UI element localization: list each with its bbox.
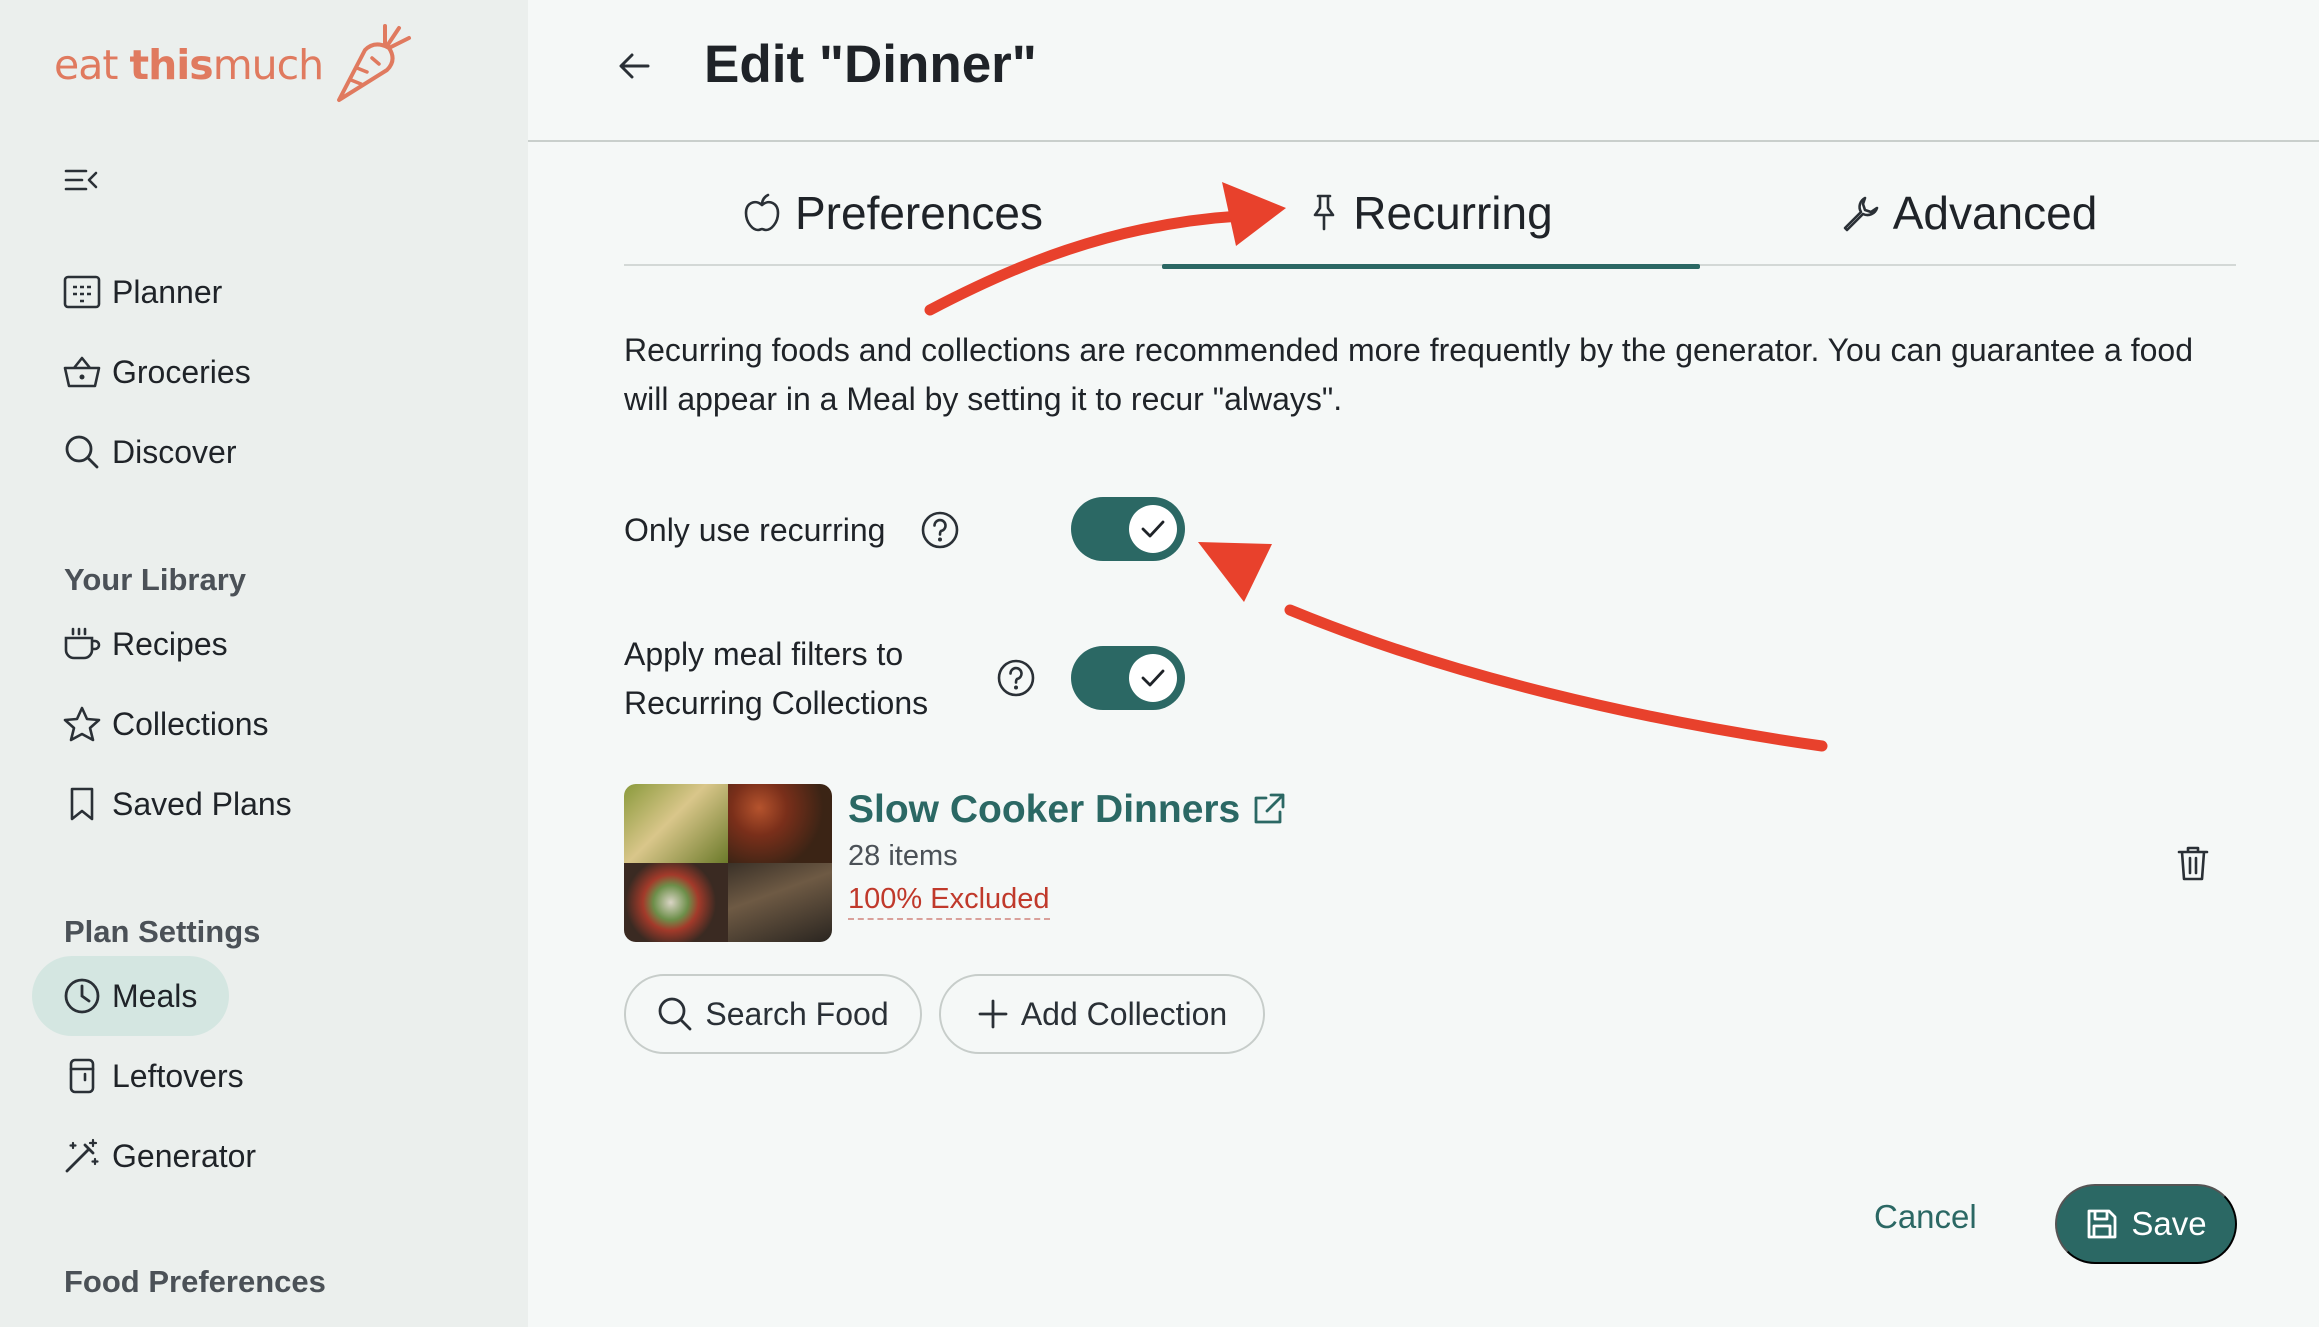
sidebar-item-label: Generator	[112, 1137, 257, 1174]
apply-filters-toggle[interactable]	[1071, 646, 1185, 710]
sidebar-item-leftovers[interactable]: Leftovers	[62, 1046, 244, 1106]
tab-advanced[interactable]: Advanced	[1700, 160, 2238, 266]
sidebar-item-label: Leftovers	[112, 1057, 244, 1094]
sidebar-item-label: Discover	[112, 433, 237, 470]
arrow-left-icon[interactable]	[614, 46, 654, 86]
sidebar: eat thismuch Planner Groceries Discover …	[0, 0, 528, 1327]
clock-icon	[62, 976, 102, 1016]
menu-collapse-icon[interactable]	[64, 163, 98, 197]
add-collection-button[interactable]: Add Collection	[939, 974, 1265, 1054]
bookmark-icon	[62, 784, 102, 824]
tab-label: Advanced	[1892, 187, 2098, 239]
food-photo	[624, 863, 728, 942]
page-title: Edit "Dinner"	[704, 35, 1037, 94]
cup-icon	[62, 624, 102, 664]
plus-icon	[977, 998, 1009, 1030]
container-icon	[62, 1056, 102, 1096]
collection-link[interactable]: Slow Cooker Dinners	[848, 788, 1286, 832]
sidebar-item-label: Saved Plans	[112, 785, 292, 822]
wrench-icon	[1841, 194, 1879, 232]
sidebar-item-label: Collections	[112, 705, 269, 742]
search-food-button[interactable]: Search Food	[624, 974, 922, 1054]
recurring-description: Recurring foods and collections are reco…	[624, 332, 2193, 417]
cancel-button[interactable]: Cancel	[1874, 1198, 1977, 1236]
food-photo	[728, 863, 832, 942]
annotation-arrowhead	[1198, 542, 1272, 602]
check-icon	[1129, 505, 1177, 553]
collection-item-count: 28 items	[848, 840, 958, 872]
section-heading-plan-settings: Plan Settings	[64, 914, 261, 949]
sidebar-item-groceries[interactable]: Groceries	[62, 342, 251, 402]
recurring-collection-row: Slow Cooker Dinners 28 items 100% Exclud…	[624, 784, 2244, 944]
section-heading-food-preferences: Food Preferences	[64, 1264, 326, 1299]
brand-wordmark: eat thismuch	[54, 41, 324, 89]
sidebar-item-meals[interactable]: Meals	[32, 956, 230, 1036]
brand-logo[interactable]: eat thismuch	[54, 20, 417, 110]
external-link-icon	[1250, 792, 1286, 828]
apply-filters-label: Apply meal filters to Recurring Collecti…	[624, 636, 929, 721]
basket-icon	[62, 352, 102, 392]
tab-label: Preferences	[794, 187, 1043, 239]
sidebar-item-label: Groceries	[112, 353, 251, 390]
sidebar-item-collections[interactable]: Collections	[62, 694, 269, 754]
magic-wand-icon	[62, 1136, 102, 1176]
collection-thumbnail[interactable]	[624, 784, 832, 942]
tab-label: Recurring	[1353, 187, 1553, 239]
trash-icon[interactable]	[2176, 844, 2216, 884]
apple-icon	[743, 193, 781, 233]
only-recurring-toggle[interactable]	[1071, 497, 1185, 561]
sidebar-item-label: Recipes	[112, 625, 228, 662]
sidebar-item-discover[interactable]: Discover	[62, 422, 236, 482]
tab-bar: Preferences Recurring Advanced	[624, 160, 2238, 269]
sidebar-item-label: Meals	[112, 977, 198, 1014]
pin-icon	[1309, 193, 1339, 233]
only-recurring-label: Only use recurring	[624, 512, 886, 548]
save-button[interactable]: Save	[2055, 1184, 2237, 1264]
help-circle-icon[interactable]	[996, 658, 1036, 698]
carrot-logo-icon	[337, 24, 412, 102]
food-photo	[624, 784, 728, 863]
help-circle-icon[interactable]	[920, 510, 960, 550]
star-icon	[62, 704, 102, 744]
sidebar-item-generator[interactable]: Generator	[62, 1126, 256, 1186]
search-icon	[657, 996, 693, 1032]
food-photo	[728, 784, 832, 863]
tab-recurring[interactable]: Recurring	[1162, 160, 1700, 269]
search-icon	[62, 432, 102, 472]
sidebar-item-label: Planner	[112, 273, 223, 310]
calendar-icon	[62, 272, 102, 312]
sidebar-item-saved-plans[interactable]: Saved Plans	[62, 774, 292, 834]
check-icon	[1129, 654, 1177, 702]
section-heading-library: Your Library	[64, 562, 247, 597]
collection-excluded-status[interactable]: 100% Excluded	[848, 883, 1050, 920]
page-header: Edit "Dinner"	[528, 0, 2319, 142]
floppy-disk-icon	[2085, 1207, 2119, 1241]
annotation-arrow-to-toggle	[1284, 604, 1828, 752]
tab-preferences[interactable]: Preferences	[624, 160, 1162, 266]
sidebar-item-recipes[interactable]: Recipes	[62, 614, 228, 674]
sidebar-item-planner[interactable]: Planner	[62, 262, 222, 322]
